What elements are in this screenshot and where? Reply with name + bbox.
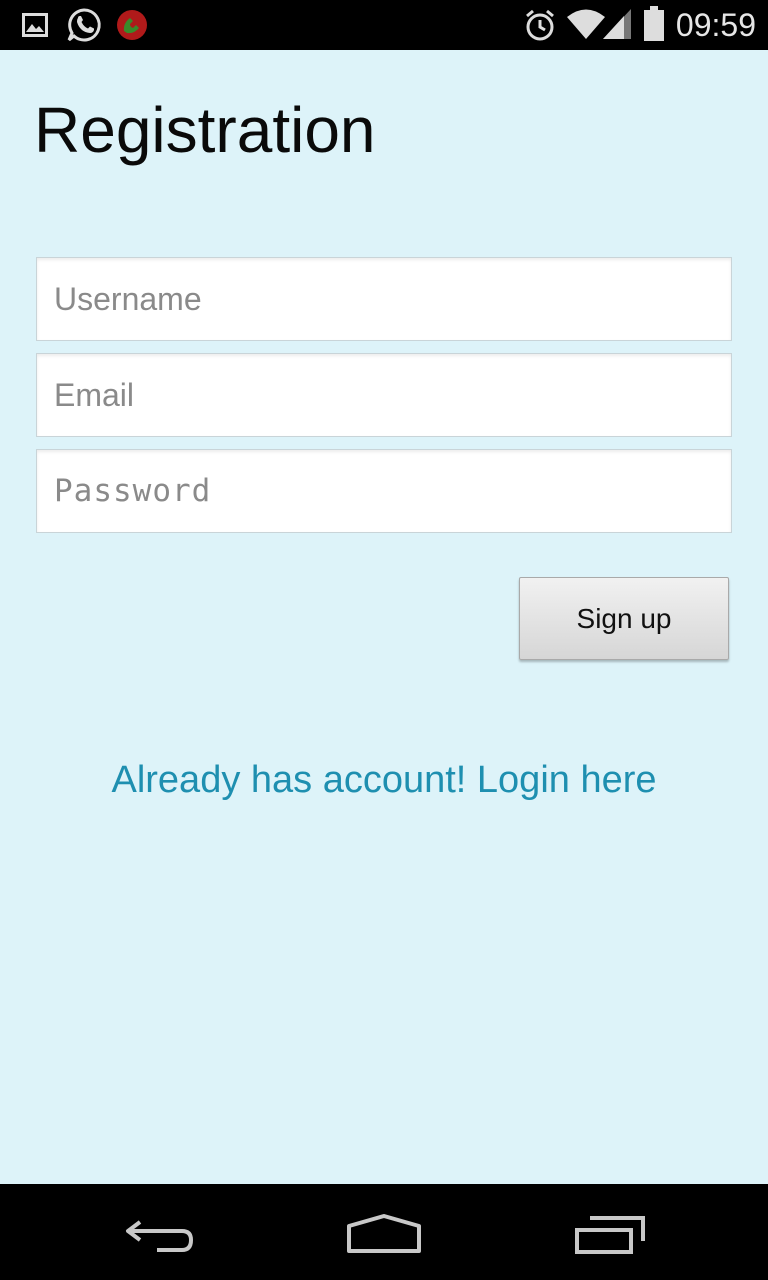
email-input[interactable]	[37, 354, 731, 436]
username-input[interactable]	[37, 258, 731, 340]
email-field[interactable]	[36, 353, 732, 437]
signup-button[interactable]: Sign up	[519, 577, 729, 660]
battery-icon	[643, 6, 665, 47]
back-icon[interactable]	[124, 1217, 196, 1260]
navigation-bar	[0, 1184, 768, 1280]
status-bar: 09:59	[0, 0, 768, 50]
login-link[interactable]: Already has account! Login here	[0, 753, 768, 807]
wifi-icon	[566, 8, 606, 45]
password-input[interactable]	[37, 450, 731, 532]
recents-icon[interactable]	[574, 1216, 646, 1259]
password-field[interactable]	[36, 449, 732, 533]
username-field[interactable]	[36, 257, 732, 341]
missed-call-icon	[115, 9, 149, 46]
alarm-icon	[524, 8, 556, 47]
page-title: Registration	[34, 94, 376, 166]
gallery-icon	[22, 13, 48, 42]
registration-screen: Registration Sign up Already has account…	[0, 50, 768, 1184]
status-time: 09:59	[675, 7, 756, 43]
signal-icon	[602, 8, 632, 45]
home-icon[interactable]	[346, 1214, 422, 1259]
whatsapp-icon	[66, 7, 102, 48]
